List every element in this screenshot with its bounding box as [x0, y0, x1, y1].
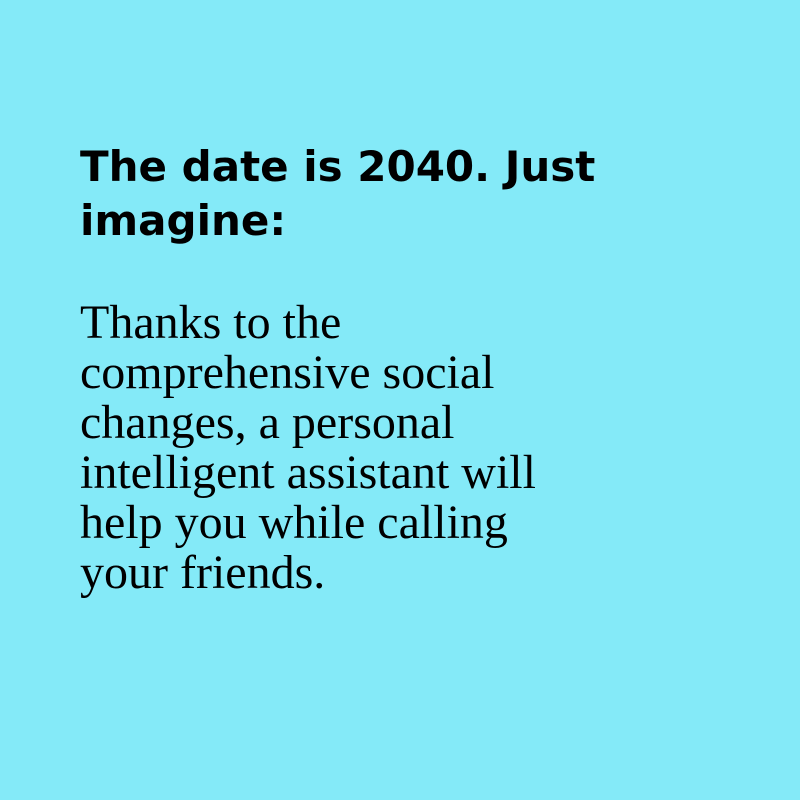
headline-line: imagine: — [80, 196, 287, 245]
headline-line: The date is 2040. Just — [80, 142, 596, 191]
body-line: comprehensive social — [80, 346, 495, 399]
headline: The date is 2040. Just imagine: — [80, 140, 720, 248]
body-line: your friends. — [80, 546, 326, 599]
body-line: help you while calling — [80, 496, 508, 549]
slide-card: The date is 2040. Just imagine: Thanks t… — [0, 0, 800, 800]
body-line: intelligent assistant will — [80, 446, 536, 499]
body-line: changes, a personal — [80, 396, 455, 449]
body-line: Thanks to the — [80, 296, 342, 349]
body-paragraph: Thanks to the comprehensive social chang… — [80, 298, 720, 598]
